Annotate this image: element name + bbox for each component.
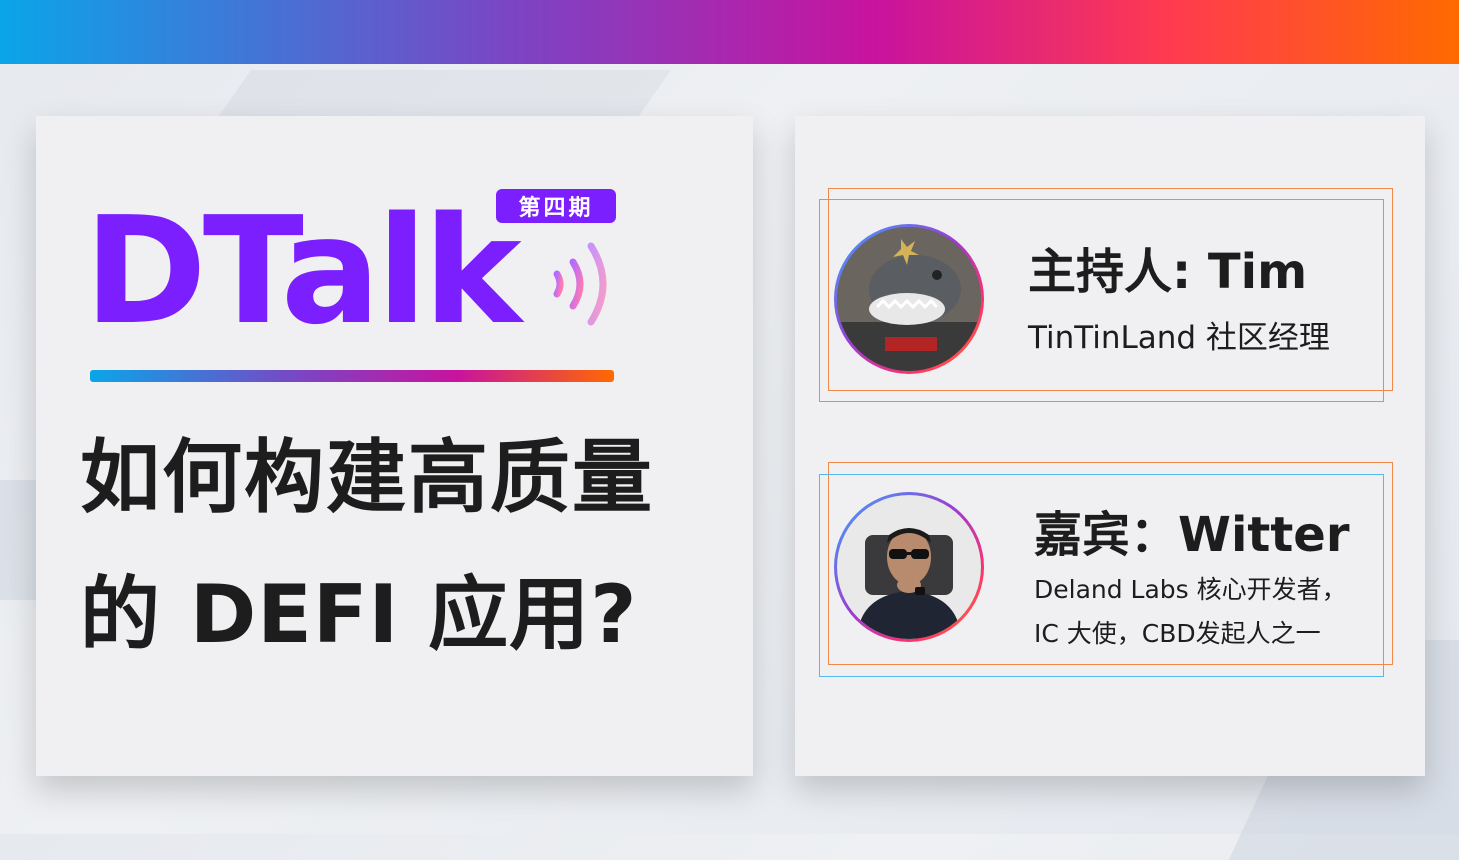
host-description: TinTinLand 社区经理	[1028, 320, 1330, 356]
speakers-panel	[795, 116, 1425, 776]
guest-description-line-2: IC 大使，CBD发起人之一	[1034, 619, 1321, 648]
top-gradient-bar	[0, 0, 1459, 64]
shark-mascot-avatar-icon	[837, 227, 981, 371]
guest-avatar	[834, 492, 984, 642]
headline-line-2: 的 DEFI 应用?	[80, 568, 638, 661]
gradient-divider	[90, 370, 614, 382]
headline-line-1: 如何构建高质量	[80, 431, 654, 524]
host-avatar	[834, 224, 984, 374]
man-with-sunglasses-avatar-icon	[837, 495, 981, 639]
guest-description-line-1: Deland Labs 核心开发者，	[1034, 575, 1347, 604]
host-role: 主持人: Tim	[1028, 244, 1308, 300]
brand-title: DTalk	[84, 185, 522, 357]
sound-waves-icon	[545, 232, 625, 336]
guest-role: 嘉宾：Witter	[1034, 507, 1350, 563]
